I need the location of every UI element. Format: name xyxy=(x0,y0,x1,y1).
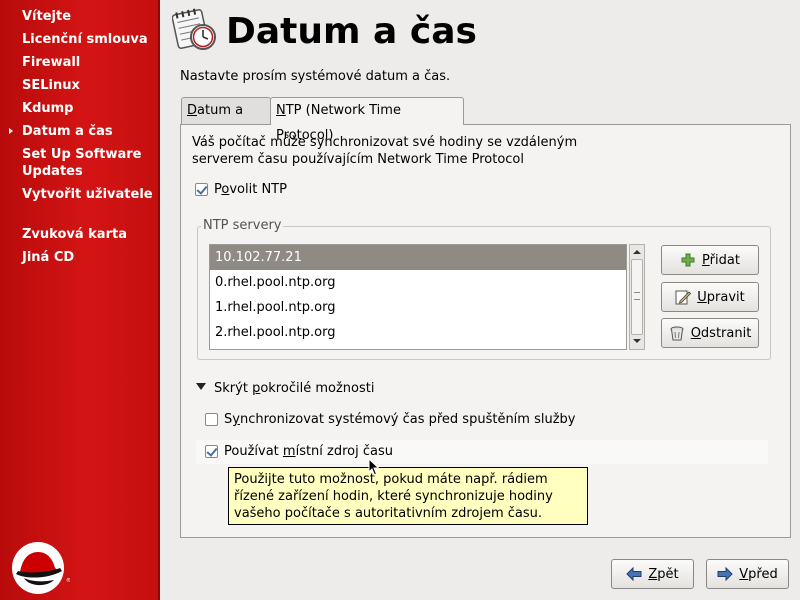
ntp-servers-frame-title: NTP servery xyxy=(201,218,284,233)
svg-text:®: ® xyxy=(66,577,70,584)
scroll-thumb[interactable] xyxy=(631,259,643,335)
sidebar-item-firewall: Firewall xyxy=(22,55,81,70)
back-button[interactable]: Zpět xyxy=(611,559,694,589)
label-mnemonic: U xyxy=(697,289,707,305)
sync-before-start-label[interactable]: Synchronizovat systémový čas před spuště… xyxy=(224,411,575,428)
label-mnemonic: Z xyxy=(648,566,658,582)
tab-ntp[interactable]: NTP (Network Time Protocol) xyxy=(270,97,464,143)
sidebar-item-software-updates: Set Up Software Updates xyxy=(22,147,142,179)
trash-icon xyxy=(670,326,684,341)
sidebar-item-welcome: Vítejte xyxy=(22,9,72,24)
sidebar-item-selinux: SELinux xyxy=(22,78,80,93)
edit-icon xyxy=(675,290,692,305)
expander-arrow-icon[interactable] xyxy=(196,383,206,390)
sidebar-edge xyxy=(158,0,160,600)
advanced-options-toggle[interactable]: Skrýt pokročilé možnosti xyxy=(214,380,374,397)
scroll-down-arrow-icon[interactable] xyxy=(630,335,644,349)
label-part: nchronizovat systémový čas před spuštění… xyxy=(239,412,576,427)
label-part: pět xyxy=(657,566,679,582)
enable-ntp-label[interactable]: Povolit NTP xyxy=(214,181,287,198)
mouse-cursor-icon xyxy=(368,458,380,476)
sync-before-start-checkbox[interactable] xyxy=(205,413,218,426)
button-label: Vpřed xyxy=(739,567,777,582)
arrow-left-icon xyxy=(626,566,642,582)
server-row[interactable]: 1.rhel.pool.ntp.org xyxy=(210,295,626,320)
arrow-right-icon xyxy=(717,566,733,582)
ntp-description: Váš počítač může synchronizovat své hodi… xyxy=(192,135,578,167)
label-part: řidat xyxy=(709,252,740,268)
sidebar-item-sound-card: Zvuková karta xyxy=(22,227,127,242)
page-title: Datum a čas xyxy=(226,11,477,52)
button-label: Odstranit xyxy=(691,326,752,341)
server-row[interactable]: 10.102.77.21 xyxy=(210,245,626,270)
button-label: Upravit xyxy=(697,290,744,305)
sidebar-item-date-time: Datum a čas xyxy=(9,123,154,140)
calendar-clock-icon xyxy=(172,8,216,50)
sidebar-item-license: Licenční smlouva xyxy=(22,32,148,47)
label-part: okročilé možnosti xyxy=(260,381,375,396)
add-server-button[interactable]: Přidat xyxy=(661,245,759,275)
enable-ntp-checkbox[interactable] xyxy=(195,183,208,196)
tab-date-time[interactable]: Datum a čas xyxy=(181,97,271,143)
tab-mnemonic: D xyxy=(187,103,198,118)
label-part: ístní zdroj času xyxy=(295,444,394,459)
forward-button[interactable]: Vpřed xyxy=(706,559,789,589)
ntp-server-list[interactable]: 10.102.77.21 0.rhel.pool.ntp.org 1.rhel.… xyxy=(209,244,627,350)
redhat-logo: ® xyxy=(12,542,70,594)
label-part: dstranit xyxy=(700,325,752,341)
remove-server-button[interactable]: Odstranit xyxy=(661,318,759,348)
sidebar-item-kdump: Kdump xyxy=(22,101,74,116)
label-part: Skrýt xyxy=(214,381,253,396)
sidebar: Vítejte Licenční smlouva Firewall SELinu… xyxy=(0,0,160,600)
page-subtitle: Nastavte prosím systémové datum a čas. xyxy=(180,69,451,84)
label-mnemonic: m xyxy=(282,444,296,459)
button-label: Přidat xyxy=(702,253,740,268)
label-mnemonic: y xyxy=(232,412,240,427)
label-part: volit NTP xyxy=(229,182,287,197)
sidebar-item-other-cds: Jiná CD xyxy=(22,250,75,265)
button-label: Zpět xyxy=(648,567,678,582)
label-mnemonic: V xyxy=(739,566,749,582)
plus-icon xyxy=(681,253,695,267)
use-local-time-source-checkbox[interactable] xyxy=(205,445,218,458)
edit-server-button[interactable]: Upravit xyxy=(661,282,759,312)
server-list-scrollbar[interactable] xyxy=(629,244,645,350)
sidebar-item-create-user: Vytvořit uživatele xyxy=(22,187,153,202)
server-row[interactable]: 2.rhel.pool.ntp.org xyxy=(210,320,626,345)
tooltip: Použijte tuto možnost, pokud máte např. … xyxy=(228,467,588,525)
label-part: před xyxy=(748,566,778,582)
label-part: Používat xyxy=(224,444,283,459)
label-part: pravit xyxy=(706,289,745,305)
scroll-up-arrow-icon[interactable] xyxy=(630,245,644,259)
server-row[interactable]: 0.rhel.pool.ntp.org xyxy=(210,270,626,295)
label-mnemonic: P xyxy=(702,252,710,268)
tab-mnemonic: N xyxy=(276,103,286,118)
label-mnemonic: O xyxy=(690,325,701,341)
